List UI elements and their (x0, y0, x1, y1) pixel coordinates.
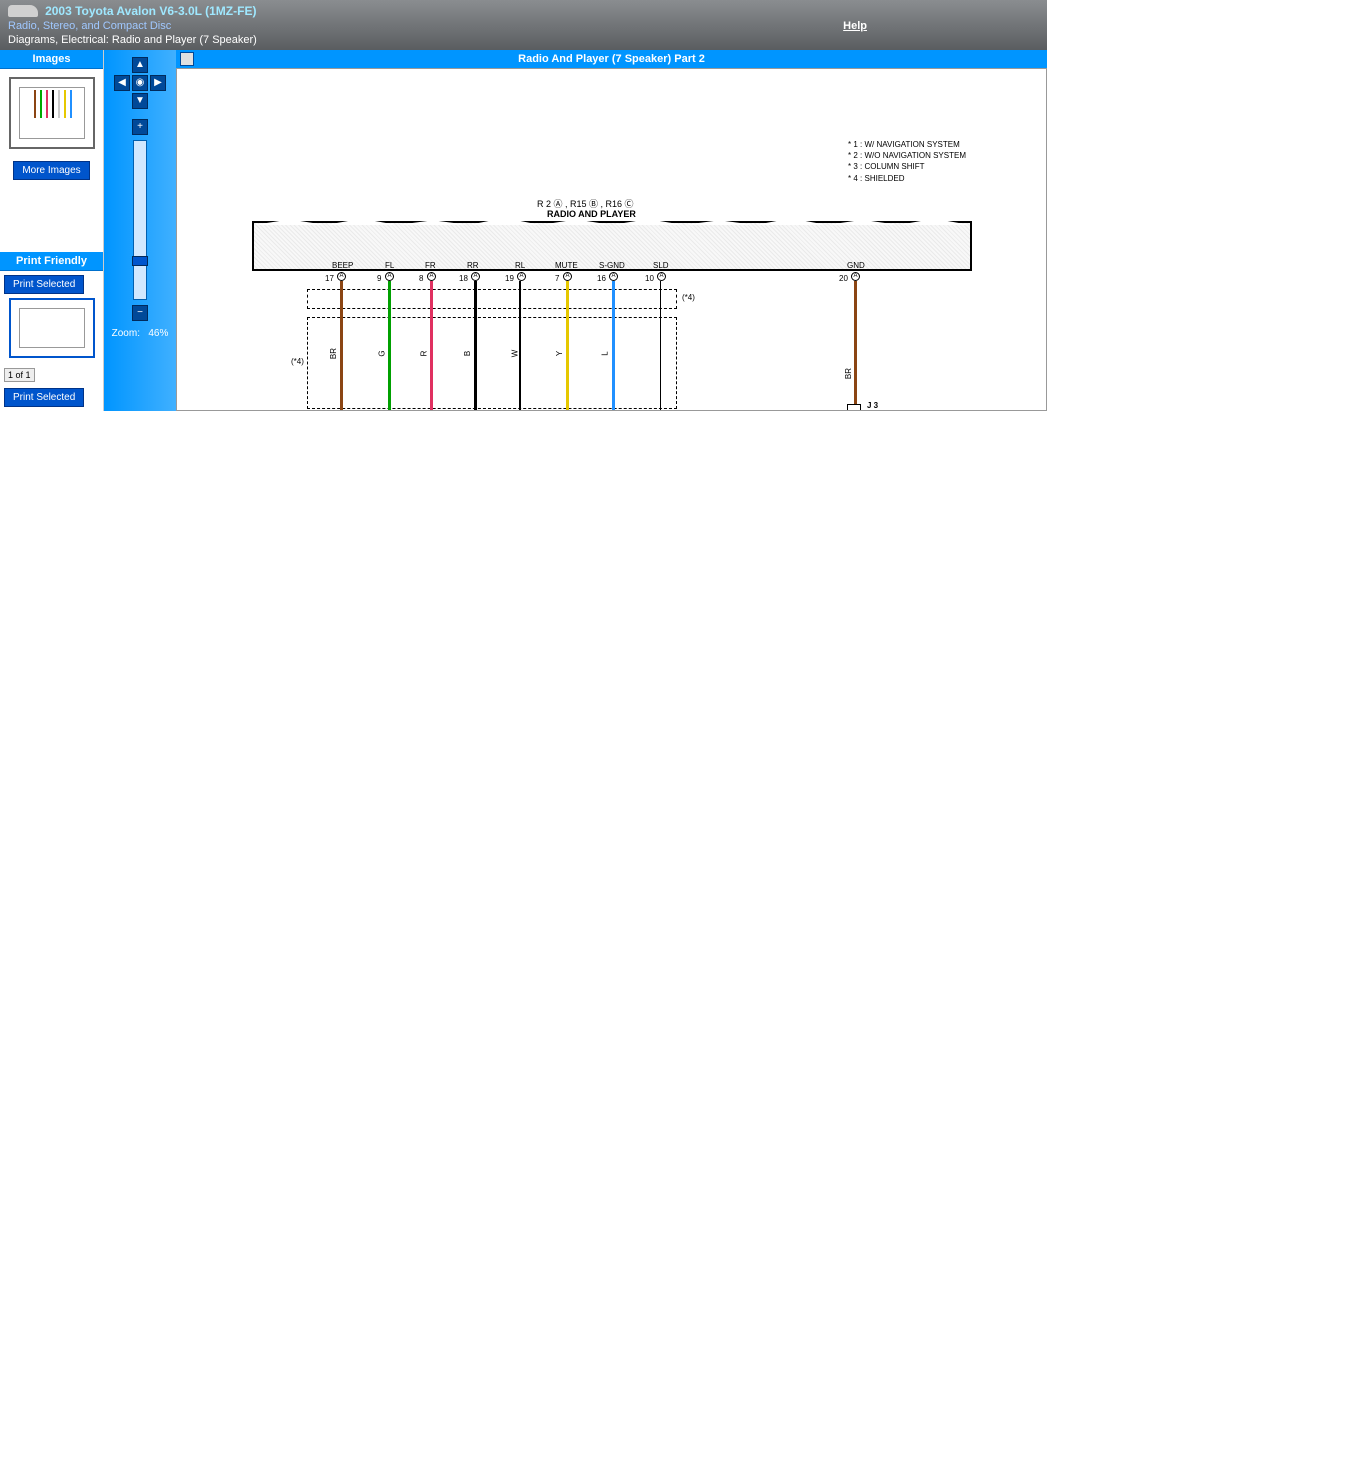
zoom-slider-track[interactable] (133, 140, 147, 300)
wire-mute (566, 281, 569, 411)
pan-right-button[interactable]: ▶ (150, 75, 166, 91)
images-header: Images (0, 50, 103, 69)
print-thumbnail[interactable] (9, 298, 95, 358)
wire-sld (660, 281, 661, 411)
wire-fl (388, 281, 391, 411)
zoom-out-button[interactable]: − (132, 305, 148, 321)
print-header: Print Friendly (0, 252, 103, 271)
pan-center-button[interactable]: ◉ (132, 75, 148, 91)
left-panel: Images More Images (0, 50, 104, 411)
diagram-title: Radio And Player (7 Speaker) Part 2 (518, 53, 705, 65)
page-indicator: 1 of 1 (4, 368, 35, 382)
diagram-panel: Radio And Player (7 Speaker) Part 2 * 1 … (176, 50, 1047, 411)
diagram-thumbnail-main[interactable] (9, 77, 95, 149)
print-selected-button-top[interactable]: Print Selected (4, 275, 84, 294)
wire-gnd (854, 281, 857, 411)
pan-up-button[interactable]: ▲ (132, 57, 148, 73)
wire-sgnd (612, 281, 615, 411)
wire-rr (474, 281, 477, 411)
diagram-canvas[interactable]: * 1 : W/ NAVIGATION SYSTEM * 2 : W/O NAV… (176, 68, 1047, 411)
print-selected-button-bottom[interactable]: Print Selected (4, 388, 84, 407)
pan-left-button[interactable]: ◀ (114, 75, 130, 91)
app-header: 2003 Toyota Avalon V6-3.0L (1MZ-FE) Radi… (0, 0, 1047, 50)
wire-rl (519, 281, 521, 411)
popout-icon[interactable] (180, 52, 194, 66)
diagram-legend: * 1 : W/ NAVIGATION SYSTEM * 2 : W/O NAV… (848, 139, 966, 184)
nav-panel: ▲ ◀◉▶ ▼ + − Zoom: 46% (104, 50, 176, 411)
more-images-button[interactable]: More Images (13, 161, 89, 180)
radio-name: RADIO AND PLAYER (547, 209, 636, 219)
car-icon (8, 5, 38, 17)
zoom-label: Zoom: (112, 328, 140, 339)
zoom-slider-thumb[interactable] (132, 256, 148, 266)
wire-beep (340, 281, 343, 411)
breadcrumb: Diagrams, Electrical: Radio and Player (… (8, 34, 1039, 46)
help-link[interactable]: Help (843, 20, 867, 32)
subsystem-label: Radio, Stereo, and Compact Disc (8, 20, 1039, 32)
wire-fr (430, 281, 433, 411)
pan-controls: ▲ ◀◉▶ ▼ (113, 56, 167, 110)
diagram-titlebar: Radio And Player (7 Speaker) Part 2 (176, 50, 1047, 68)
zoom-in-button[interactable]: + (132, 119, 148, 135)
pan-down-button[interactable]: ▼ (132, 93, 148, 109)
j3-box (847, 404, 861, 411)
zoom-value: 46% (148, 328, 168, 339)
vehicle-title: 2003 Toyota Avalon V6-3.0L (1MZ-FE) (45, 4, 256, 18)
